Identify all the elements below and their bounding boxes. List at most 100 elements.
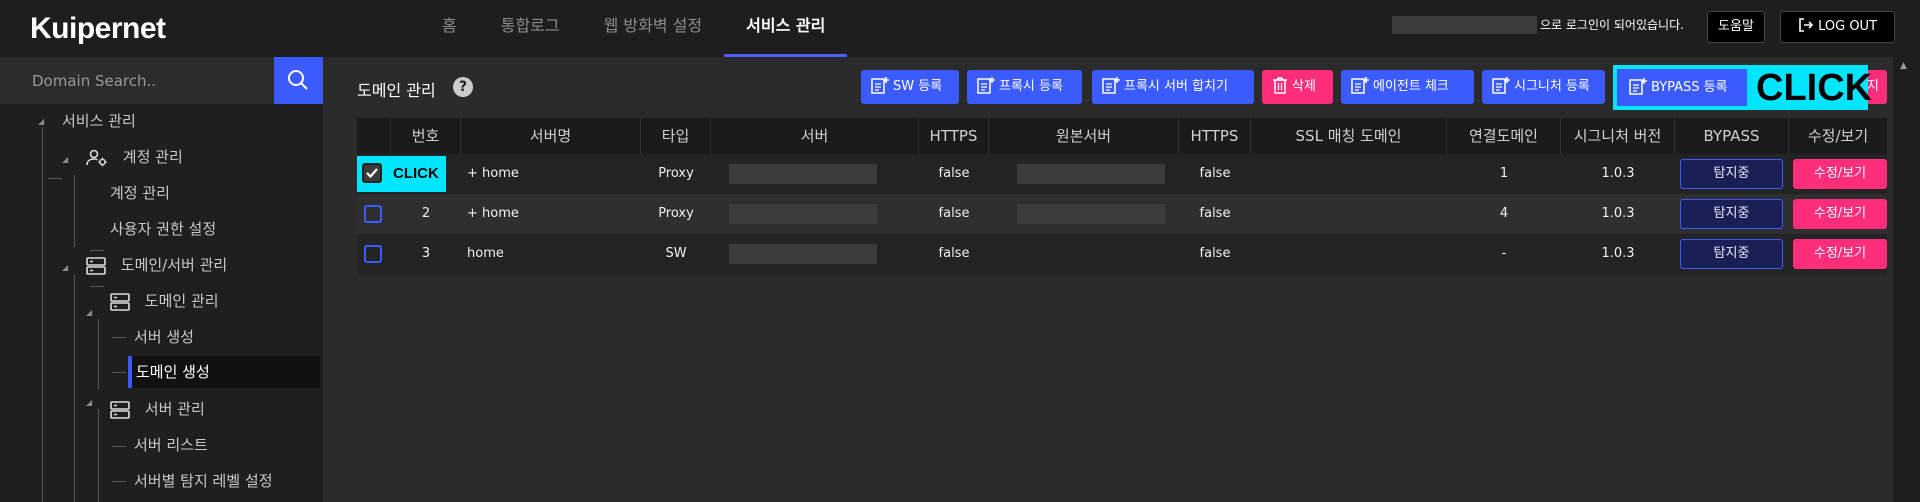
tree-guide-line (98, 409, 99, 502)
tab-service-management[interactable]: 서비스 관리 (724, 0, 848, 57)
cell-origin-https: false (1199, 206, 1231, 221)
help-button[interactable]: 도움말 (1707, 11, 1765, 43)
cell-linked-domain: 4 (1499, 206, 1509, 221)
cell-no: 2 (421, 206, 431, 221)
proxy-register-button[interactable]: 프록시 등록 (967, 70, 1082, 104)
tree-guide-line (112, 446, 126, 447)
cell-https: false (938, 166, 970, 181)
sidebar: ◢ 서비스 관리 ◢ 계정 관리 계정 관리 사용자 권한 설정 ◢ 도메인/서… (0, 57, 323, 502)
search-button[interactable] (274, 57, 323, 104)
cell-origin-https: false (1199, 246, 1231, 261)
cell-server-name[interactable]: home (467, 234, 637, 274)
sidebar-item-label: 서버 관리 (144, 400, 205, 418)
tree-guide-line (112, 372, 126, 373)
add-document-icon (1351, 77, 1369, 94)
collapse-arrow-icon: ◢ (38, 117, 45, 126)
row-checkbox[interactable] (364, 205, 382, 223)
tab-integrated-log[interactable]: 통합로그 (479, 0, 582, 57)
bypass-status-button[interactable]: 탐지중 (1680, 159, 1783, 189)
scroll-up-arrow-icon[interactable]: ▲ (1900, 61, 1907, 71)
header-type: 타입 (641, 118, 711, 154)
sidebar-item-server-management[interactable]: 서버 관리 (110, 392, 205, 426)
sidebar-item-server-create[interactable]: 서버 생성 (134, 320, 194, 354)
table-row[interactable]: 2 + home Proxy false false 4 1.0.3 탐지중 수… (357, 194, 1887, 234)
bypass-status-button[interactable]: 탐지중 (1680, 199, 1783, 229)
sw-register-button[interactable]: SW 등록 (861, 70, 959, 104)
cell-server-name[interactable]: + home (467, 154, 637, 194)
sidebar-item-account-management-child[interactable]: 계정 관리 (110, 176, 170, 210)
sidebar-item-account-management[interactable]: 계정 관리 (86, 140, 183, 174)
signature-register-label: 시그니처 등록 (1514, 79, 1590, 94)
main-content: 도메인 관리 ? SW 등록 프록시 등록 프록시 서버 합치기 삭제 에이전트… (343, 57, 1893, 502)
row-checkbox[interactable] (362, 163, 382, 183)
header-linked-domain: 연결도메인 (1447, 118, 1561, 154)
redacted-server (729, 164, 877, 184)
sidebar-item-user-permissions[interactable]: 사용자 권한 설정 (110, 212, 216, 246)
collapse-arrow-icon: ◢ (62, 155, 69, 164)
cell-no: 3 (421, 246, 431, 261)
agent-check-button[interactable]: 에이전트 체크 (1341, 70, 1474, 104)
sidebar-item-domain-management[interactable]: 도메인 관리 (110, 284, 219, 318)
cell-linked-domain: 1 (1499, 166, 1509, 181)
server-icon (110, 292, 130, 311)
header-https: HTTPS (919, 118, 989, 154)
proxy-register-label: 프록시 등록 (999, 79, 1063, 94)
collapse-arrow-icon: ◢ (86, 308, 93, 317)
help-question-icon[interactable]: ? (453, 77, 473, 97)
tree-guide-line (112, 337, 126, 338)
row-checkbox[interactable] (364, 245, 382, 263)
header-no: 번호 (391, 118, 461, 154)
sidebar-item-server-list[interactable]: 서버 리스트 (134, 428, 208, 462)
edit-view-button[interactable]: 수정/보기 (1793, 159, 1887, 189)
login-status-text: 으로 로그인이 되어있습니다. (1540, 18, 1684, 32)
sidebar-item-label: 사용자 권한 설정 (110, 220, 217, 238)
proxy-server-merge-label: 프록시 서버 합치기 (1124, 79, 1228, 94)
sidebar-item-label: 계정 관리 (122, 148, 183, 166)
delete-button[interactable]: 삭제 (1262, 70, 1333, 104)
header-ssl-domain: SSL 매칭 도메인 (1251, 118, 1447, 154)
sidebar-item-label: 도메인 관리 (144, 292, 219, 310)
cell-linked-domain: - (1501, 246, 1507, 261)
app-logo[interactable]: Kuipernet (30, 12, 166, 46)
redacted-username (1392, 16, 1537, 34)
top-bar: Kuipernet 홈 통합로그 웹 방화벽 설정 서비스 관리 으로 로그인이… (0, 0, 1920, 57)
user-gear-icon (86, 149, 107, 166)
scrollbar[interactable] (1893, 57, 1920, 502)
cell-https: false (938, 206, 970, 221)
sidebar-item-domain-create[interactable]: 도메인 생성 (136, 355, 210, 389)
cell-type: Proxy (658, 206, 694, 221)
cell-type: Proxy (658, 166, 694, 181)
table-row[interactable]: CLICK + home Proxy false false 1 1.0.3 탐… (357, 154, 1887, 194)
cell-server-name[interactable]: + home (467, 194, 637, 234)
sidebar-item-server-detect-level[interactable]: 서버별 탐지 레벨 설정 (134, 464, 273, 498)
sidebar-item-domain-server-management[interactable]: 도메인/서버 관리 (86, 248, 227, 282)
redacted-origin-server (1017, 164, 1165, 184)
server-icon (86, 256, 106, 275)
signature-register-button[interactable]: 시그니처 등록 (1482, 70, 1605, 104)
logout-button[interactable]: LOG OUT (1780, 11, 1895, 43)
sidebar-item-label: 서버별 탐지 레벨 설정 (134, 472, 273, 490)
edit-view-button[interactable]: 수정/보기 (1793, 239, 1887, 269)
edit-view-button[interactable]: 수정/보기 (1793, 199, 1887, 229)
tab-home[interactable]: 홈 (420, 0, 479, 57)
cell-ssl-domain (1251, 194, 1447, 234)
domain-search-input[interactable] (0, 57, 274, 104)
sw-register-label: SW 등록 (893, 79, 943, 94)
tree-guide-line (42, 127, 43, 502)
tab-waf-settings[interactable]: 웹 방화벽 설정 (582, 0, 725, 57)
tree-guide-line (48, 178, 62, 179)
main-nav: 홈 통합로그 웹 방화벽 설정 서비스 관리 (420, 0, 848, 57)
bypass-status-button[interactable]: 탐지중 (1680, 239, 1783, 269)
sidebar-item-service-management[interactable]: 서비스 관리 (62, 104, 136, 138)
proxy-server-merge-button[interactable]: 프록시 서버 합치기 (1092, 70, 1254, 104)
collapse-arrow-icon: ◢ (62, 263, 69, 272)
bypass-register-button[interactable]: BYPASS 등록 (1617, 69, 1747, 106)
add-document-icon (1102, 77, 1120, 94)
delete-label: 삭제 (1292, 79, 1316, 94)
header-edit-view: 수정/보기 (1807, 127, 1869, 145)
checkmark-icon (366, 168, 378, 179)
add-document-icon (1492, 77, 1510, 94)
header-origin-https: HTTPS (1179, 118, 1251, 154)
table-row[interactable]: 3 home SW false false - 1.0.3 탐지중 수정/보기 (357, 234, 1887, 274)
tree-guide-line (74, 275, 75, 502)
